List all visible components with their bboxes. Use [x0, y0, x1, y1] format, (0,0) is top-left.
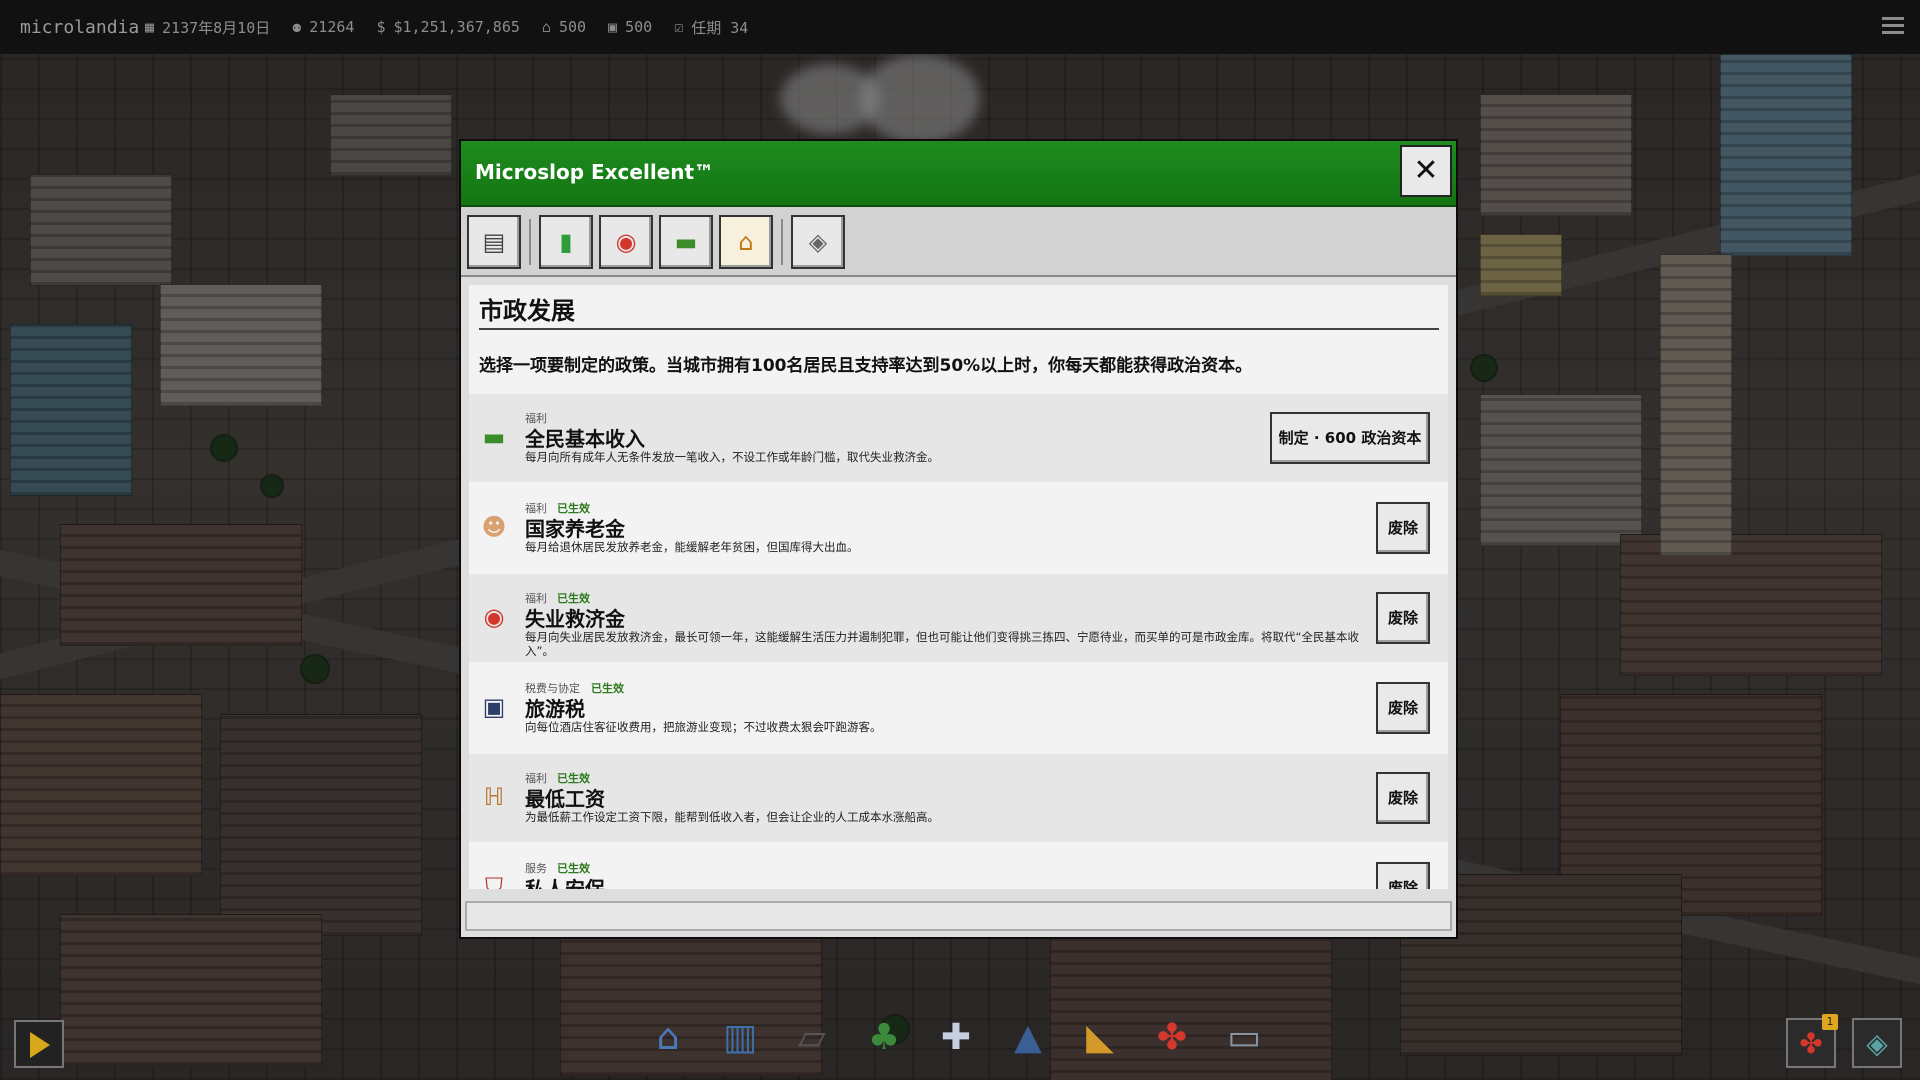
section-title: 市政发展 [479, 297, 575, 325]
section-description: 选择一项要制定的政策。当城市拥有100名居民且支持率达到50%以上时，你每天都能… [479, 356, 1253, 376]
play-button[interactable] [14, 1020, 64, 1068]
house-icon[interactable]: ⌂ [640, 1010, 696, 1066]
ladder-icon: ℍ [483, 783, 505, 811]
housing-stat: ⌂ 500 [542, 18, 586, 36]
tax-tab[interactable]: ◈ [791, 215, 845, 269]
people-icon: ⚉ [292, 18, 302, 36]
gift-icon[interactable]: ✤ [1144, 1010, 1200, 1066]
house-icon: ⌂ [541, 18, 551, 36]
checkbox-icon: ☑ [674, 18, 684, 36]
jobs-value: 500 [625, 18, 653, 36]
chart-tab[interactable]: ▮ [539, 215, 593, 269]
jobs-stat: ▣ 500 [608, 18, 652, 36]
gift-icon: ✤ [1799, 1027, 1823, 1060]
dialog-toolbar: ▤ ▮ ◉ ▬ ⌂ ◈ [461, 207, 1456, 277]
population-stat: ⚉ 21264 [292, 18, 354, 36]
save-tab[interactable]: ▤ [467, 215, 521, 269]
policy-description: 向每位酒店住客征收费用，把旅游业变现；不过收费太狠会吓跑游客。 [525, 720, 882, 734]
policy-status: 已生效 [591, 682, 624, 695]
bank-icon: ⌂ [738, 228, 754, 256]
money-icon: ▬ [674, 228, 698, 256]
elder-face-icon: ☻ [481, 513, 507, 541]
computer-icon[interactable]: ▭ [1216, 1010, 1272, 1066]
policy-name: 失业救济金 [525, 607, 625, 631]
policy-row: ⛉ 服务 已生效 私人安保 废除 [469, 844, 1448, 889]
repeal-button[interactable]: 废除 [1376, 862, 1430, 889]
road-icon[interactable]: ▱ [784, 1010, 840, 1066]
term-stat: ☑ 任期 34 [674, 17, 748, 38]
policy-name: 最低工资 [525, 787, 605, 811]
date-value: 2137年8月10日 [162, 18, 271, 37]
dialog-title: Microslop Excellent™ [475, 160, 715, 184]
repeal-button[interactable]: 废除 [1376, 592, 1430, 644]
chart-icon: ▮ [559, 228, 573, 256]
policy-row: ☻ 福利 已生效 国家养老金 每月给退休居民发放养老金，能缓解老年贫困，但国库得… [469, 484, 1448, 572]
gift-box-button[interactable]: ✤ 1 [1786, 1014, 1838, 1068]
bulldozer-icon[interactable]: ◣ [1072, 1010, 1128, 1066]
population-value: 21264 [309, 18, 355, 36]
money-tab[interactable]: ▬ [659, 215, 713, 269]
policy-content[interactable]: 市政发展 选择一项要制定的政策。当城市拥有100名居民且支持率达到50%以上时，… [469, 285, 1448, 889]
policy-row: ◉ 福利 已生效 失业救济金 每月向失业居民发放救济金，最长可领一年，这能缓解生… [469, 574, 1448, 662]
suitcase-icon: ▣ [482, 693, 506, 721]
build-dock: ⌂ ▥ ▱ ♣ ✚ ▲ ◣ ✤ ▭ [640, 1010, 1272, 1070]
bank-tab[interactable]: ⌂ [719, 215, 773, 269]
cash-icon: $ [376, 18, 386, 36]
policy-name: 全民基本收入 [525, 427, 645, 451]
policy-description: 每月给退休居民发放养老金，能缓解老年贫困，但国库得大出血。 [525, 540, 859, 554]
policy-dialog: Microslop Excellent™ ✕ ▤ ▮ ◉ ▬ ⌂ ◈ 市政发展 … [459, 139, 1458, 939]
money-value: $1,251,367,865 [393, 18, 520, 36]
repeal-button[interactable]: 废除 [1376, 682, 1430, 734]
calendar-icon: ▦ [145, 18, 155, 36]
hospital-icon[interactable]: ✚ [928, 1010, 984, 1066]
term-value: 任期 34 [691, 18, 749, 37]
policy-row: ▣ 税费与协定 已生效 旅游税 向每位酒店住客征收费用，把旅游业变现；不过收费太… [469, 664, 1448, 752]
play-icon [30, 1032, 50, 1058]
policy-row: ▬ 福利 全民基本收入 每月向所有成年人无条件发放一笔收入，不设工作或年龄门槛，… [469, 394, 1448, 482]
policy-name: 私人安保 [525, 877, 605, 889]
policy-row: ℍ 福利 已生效 最低工资 为最低薪工作设定工资下限，能帮到低收入者，但会让企业… [469, 754, 1448, 842]
housing-value: 500 [558, 18, 587, 36]
dialog-titlebar: Microslop Excellent™ ✕ [461, 141, 1456, 207]
shield-icon: ⛉ [485, 873, 503, 889]
date-stat: ▦ 2137年8月10日 [145, 17, 270, 38]
lifebuoy-icon: ◉ [483, 603, 505, 631]
repeal-button[interactable]: 废除 [1376, 772, 1430, 824]
school-icon[interactable]: ▲ [1000, 1010, 1056, 1066]
save-icon: ▤ [482, 228, 506, 256]
policy-description: 为最低薪工作设定工资下限，能帮到低收入者，但会让企业的人工成本水涨船高。 [525, 810, 939, 824]
enact-button[interactable]: 制定 · 600 政治资本 [1270, 412, 1430, 464]
notification-badge: 1 [1822, 1014, 1838, 1030]
policy-name: 旅游税 [525, 697, 585, 721]
repeal-button[interactable]: 废除 [1376, 502, 1430, 554]
layers-button[interactable]: ◈ [1852, 1018, 1902, 1068]
shop-icon[interactable]: ▥ [712, 1010, 768, 1066]
layers-icon: ◈ [1866, 1027, 1888, 1060]
hamburger-menu-icon[interactable] [1882, 17, 1904, 35]
lifebuoy-tab[interactable]: ◉ [599, 215, 653, 269]
money-icon: ▬ [482, 423, 506, 451]
briefcase-icon: ▣ [608, 18, 618, 36]
money-stat: $ $1,251,367,865 [376, 18, 519, 36]
dialog-footer [465, 901, 1452, 931]
tax-icon: ◈ [808, 228, 828, 256]
policy-description: 每月向失业居民发放救济金，最长可领一年，这能缓解生活压力并遏制犯罪，但也可能让他… [525, 630, 1359, 658]
close-button[interactable]: ✕ [1400, 145, 1452, 197]
policy-description: 每月向所有成年人无条件发放一笔收入，不设工作或年龄门槛，取代失业救济金。 [525, 450, 939, 464]
app-logo: microlandia [20, 16, 140, 38]
policy-name: 国家养老金 [525, 517, 625, 541]
top-status-bar: microlandia ▦ 2137年8月10日 ⚉ 21264 $ $1,25… [0, 0, 1920, 54]
tree-icon[interactable]: ♣ [856, 1010, 912, 1066]
lifebuoy-icon: ◉ [615, 228, 637, 256]
